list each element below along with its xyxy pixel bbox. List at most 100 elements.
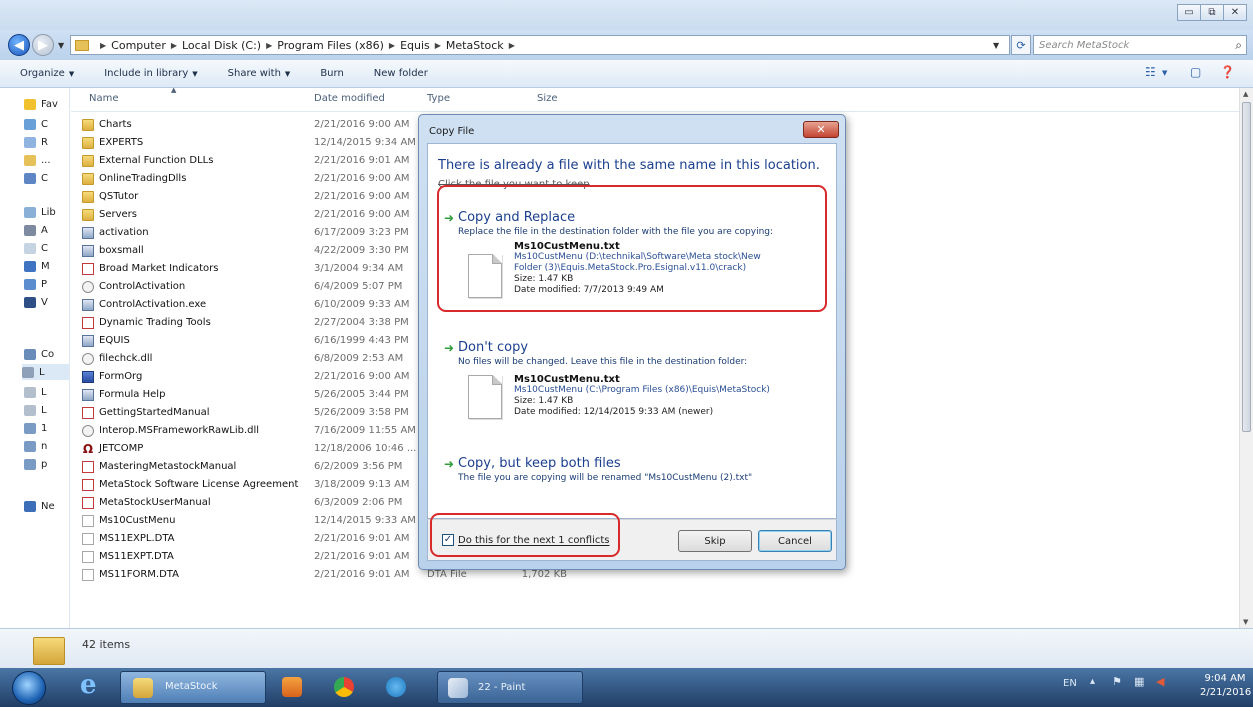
forward-button[interactable]: ▶ <box>32 34 54 56</box>
nav-item-computer[interactable]: Co <box>24 346 54 362</box>
folder-icon <box>24 154 36 166</box>
back-button[interactable]: ◀ <box>8 34 30 56</box>
exe-icon <box>82 299 94 311</box>
chevron-right-icon[interactable]: ▶ <box>389 41 395 50</box>
nav-item[interactable]: p <box>24 456 47 472</box>
volume-icon[interactable]: ◀ <box>1156 675 1164 688</box>
chevron-right-icon[interactable]: ▶ <box>509 41 515 50</box>
folder-icon <box>82 155 94 167</box>
taskbar-paint-label: 22 - Paint <box>478 682 526 693</box>
nav-item[interactable]: n <box>24 438 47 454</box>
nav-item[interactable]: L <box>24 402 47 418</box>
taskbar-explorer-button[interactable]: MetaStock <box>120 671 266 704</box>
cancel-button[interactable]: Cancel <box>758 530 832 552</box>
clock[interactable]: 9:04 AM 2/21/2016 <box>1200 672 1251 700</box>
nav-item[interactable]: M <box>24 258 50 274</box>
close-button[interactable]: ✕ <box>1223 4 1247 21</box>
chevron-right-icon[interactable]: ▶ <box>435 41 441 50</box>
network-status-icon[interactable]: ▦ <box>1134 675 1144 688</box>
nav-item[interactable]: C <box>24 116 48 132</box>
skip-button[interactable]: Skip <box>678 530 752 552</box>
search-icon[interactable]: ⌕ <box>1235 38 1242 53</box>
drive-icon <box>24 404 36 416</box>
flag-icon[interactable]: ⚑ <box>1112 675 1122 688</box>
file-icon <box>82 569 94 581</box>
file-name: EXPERTS <box>99 137 144 148</box>
search-input[interactable]: Search MetaStock ⌕ <box>1033 35 1247 55</box>
breadcrumb-local-disk[interactable]: Local Disk (C:) <box>182 39 261 52</box>
nav-item[interactable]: C <box>24 240 48 256</box>
share-with-button[interactable]: Share with ▼ <box>228 68 291 79</box>
include-in-library-button[interactable]: Include in library ▼ <box>104 68 197 79</box>
file-date: 3/1/2004 9:34 AM <box>314 263 404 274</box>
column-type[interactable]: Type <box>427 93 450 104</box>
new-folder-button[interactable]: New folder <box>374 68 428 79</box>
language-indicator[interactable]: EN <box>1063 678 1077 689</box>
maximize-button[interactable]: ⧉ <box>1200 4 1224 21</box>
pdf-icon <box>82 497 94 509</box>
nav-item-network[interactable]: Ne <box>24 498 55 514</box>
column-size[interactable]: Size <box>537 93 558 104</box>
internet-explorer-icon[interactable]: e <box>80 671 100 699</box>
breadcrumb-equis[interactable]: Equis <box>400 39 430 52</box>
media-player-icon[interactable] <box>282 677 302 697</box>
breadcrumb-computer[interactable]: Computer <box>111 39 166 52</box>
scroll-up-icon[interactable]: ▲ <box>1243 90 1248 98</box>
nav-item[interactable]: ... <box>24 152 51 168</box>
dll-icon <box>82 353 94 365</box>
minimize-button[interactable]: ▭ <box>1177 4 1201 21</box>
scrollbar-thumb[interactable] <box>1242 102 1251 432</box>
apps-icon <box>24 224 36 236</box>
file-name: MetaStock Software License Agreement <box>99 479 299 490</box>
file-date: 2/21/2016 9:01 AM <box>314 533 410 544</box>
view-options-icon[interactable]: ☷ <box>1145 65 1156 79</box>
file-date: 6/4/2009 5:07 PM <box>314 281 403 292</box>
file-name: Ms10CustMenu.txt <box>514 374 620 385</box>
column-name[interactable]: Name <box>89 93 119 104</box>
nav-item-libraries[interactable]: Lib <box>24 204 56 220</box>
nav-item[interactable]: C <box>24 170 48 186</box>
chevron-down-icon[interactable]: ▼ <box>1162 69 1167 77</box>
chevron-right-icon[interactable]: ▶ <box>266 41 272 50</box>
copy-keep-both-option[interactable]: ➜ Copy, but keep both files The file you … <box>444 456 752 483</box>
organize-button[interactable]: Organize ▼ <box>20 68 74 79</box>
column-date-modified[interactable]: Date modified <box>314 93 385 104</box>
breadcrumb-metastock[interactable]: MetaStock <box>446 39 504 52</box>
file-name: MS11EXPL.DTA <box>99 533 175 544</box>
chevron-right-icon[interactable]: ▶ <box>171 41 177 50</box>
address-dropdown[interactable]: ▼ <box>993 41 999 50</box>
refresh-button[interactable]: ⟳ <box>1011 35 1031 55</box>
burn-button[interactable]: Burn <box>320 68 343 79</box>
jet-icon: Ω <box>82 442 94 456</box>
vertical-scrollbar[interactable]: ▲ ▼ <box>1239 88 1253 628</box>
nav-item-favorites[interactable]: Fav <box>24 96 58 112</box>
nav-item[interactable]: 1 <box>24 420 47 436</box>
pdf-icon <box>82 461 94 473</box>
file-name: ControlActivation.exe <box>99 299 207 310</box>
preview-pane-icon[interactable]: ▢ <box>1190 65 1201 79</box>
nav-label: 1 <box>41 422 48 434</box>
file-icon <box>82 533 94 545</box>
nav-item[interactable]: V <box>24 294 48 310</box>
help-icon[interactable]: ❓ <box>1220 65 1235 79</box>
file-name: MasteringMetastockManual <box>99 461 237 472</box>
chrome-icon[interactable] <box>334 677 354 697</box>
nav-item-local-disk[interactable]: L <box>22 364 69 380</box>
nav-item[interactable]: P <box>24 276 47 292</box>
address-bar[interactable]: ▶ Computer ▶ Local Disk (C:) ▶ Program F… <box>70 35 1010 55</box>
scroll-down-icon[interactable]: ▼ <box>1243 618 1248 626</box>
file-date: 2/21/2016 9:00 AM <box>314 209 410 220</box>
tray-expand-icon[interactable]: ▴ <box>1090 676 1095 687</box>
nav-item[interactable]: L <box>24 384 47 400</box>
taskbar-paint-button[interactable]: 22 - Paint <box>437 671 583 704</box>
breadcrumb-program-files[interactable]: Program Files (x86) <box>277 39 384 52</box>
dialog-close-button[interactable]: ✕ <box>803 121 839 138</box>
chevron-right-icon[interactable]: ▶ <box>100 41 106 50</box>
telegram-icon[interactable] <box>386 677 406 697</box>
recent-pages-dropdown[interactable]: ▼ <box>58 41 64 50</box>
file-name: MS11FORM.DTA <box>99 569 179 580</box>
nav-item[interactable]: R <box>24 134 48 150</box>
dont-copy-option[interactable]: ➜ Don't copy No files will be changed. Le… <box>444 340 747 367</box>
nav-item[interactable]: A <box>24 222 48 238</box>
start-button[interactable] <box>12 671 46 705</box>
